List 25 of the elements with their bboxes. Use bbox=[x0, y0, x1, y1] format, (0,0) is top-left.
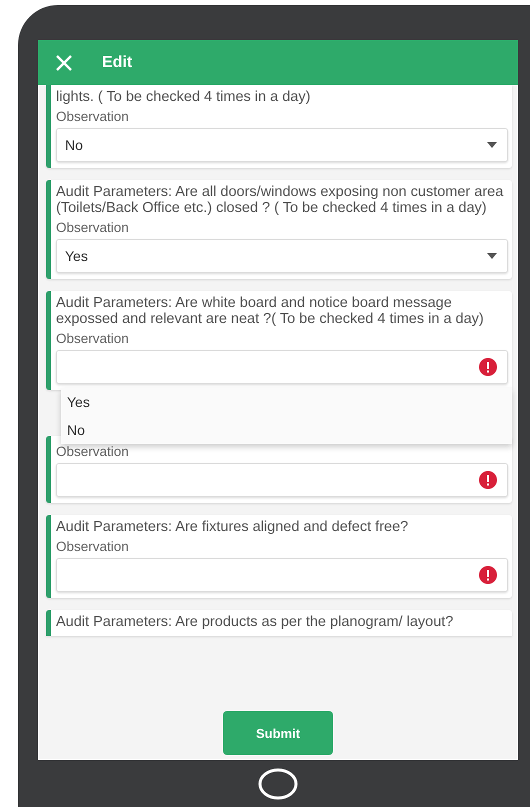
observation-dropdown[interactable] bbox=[56, 350, 508, 384]
observation-label: Observation bbox=[56, 220, 130, 235]
error-icon bbox=[479, 566, 497, 584]
screen-title: Edit bbox=[102, 54, 132, 72]
observation-label: Observation bbox=[56, 444, 130, 459]
audit-question: Audit Parameters: Are all doors/windows exposing non customer area (Toilets/Back Office etc.) closed ? ( To be checked 4 times in a day) bbox=[56, 184, 504, 216]
audit-question: Audit Parameters: Are white board and notice board message expossed and relevant are neat ?( To be checked 4 times in a day) bbox=[56, 295, 485, 327]
observation-dropdown[interactable] bbox=[56, 463, 508, 497]
observation-label: Observation bbox=[56, 331, 130, 346]
observation-label: Observation bbox=[56, 109, 130, 124]
dropdown-caret-icon bbox=[487, 253, 497, 259]
observation-dropdown[interactable]: No bbox=[56, 128, 508, 162]
dropdown-option[interactable]: Yes bbox=[61, 388, 512, 416]
observation-dropdown[interactable] bbox=[56, 558, 508, 592]
audit-question: Audit Parameters: Are fixtures aligned and defect free? bbox=[56, 519, 410, 535]
error-icon bbox=[479, 471, 497, 489]
dropdown-option[interactable]: No bbox=[61, 416, 512, 444]
observation-dropdown[interactable]: Yes bbox=[56, 239, 508, 273]
dropdown-caret-icon bbox=[487, 142, 497, 148]
error-icon bbox=[479, 358, 497, 376]
home-button-icon[interactable] bbox=[258, 768, 298, 800]
observation-label: Observation bbox=[56, 539, 130, 554]
audit-question: Audit Parameters: Are products as per the planogram/ layout? bbox=[56, 614, 454, 630]
close-icon[interactable] bbox=[56, 54, 72, 70]
audit-question: lights. ( To be checked 4 times in a day) bbox=[56, 89, 312, 105]
